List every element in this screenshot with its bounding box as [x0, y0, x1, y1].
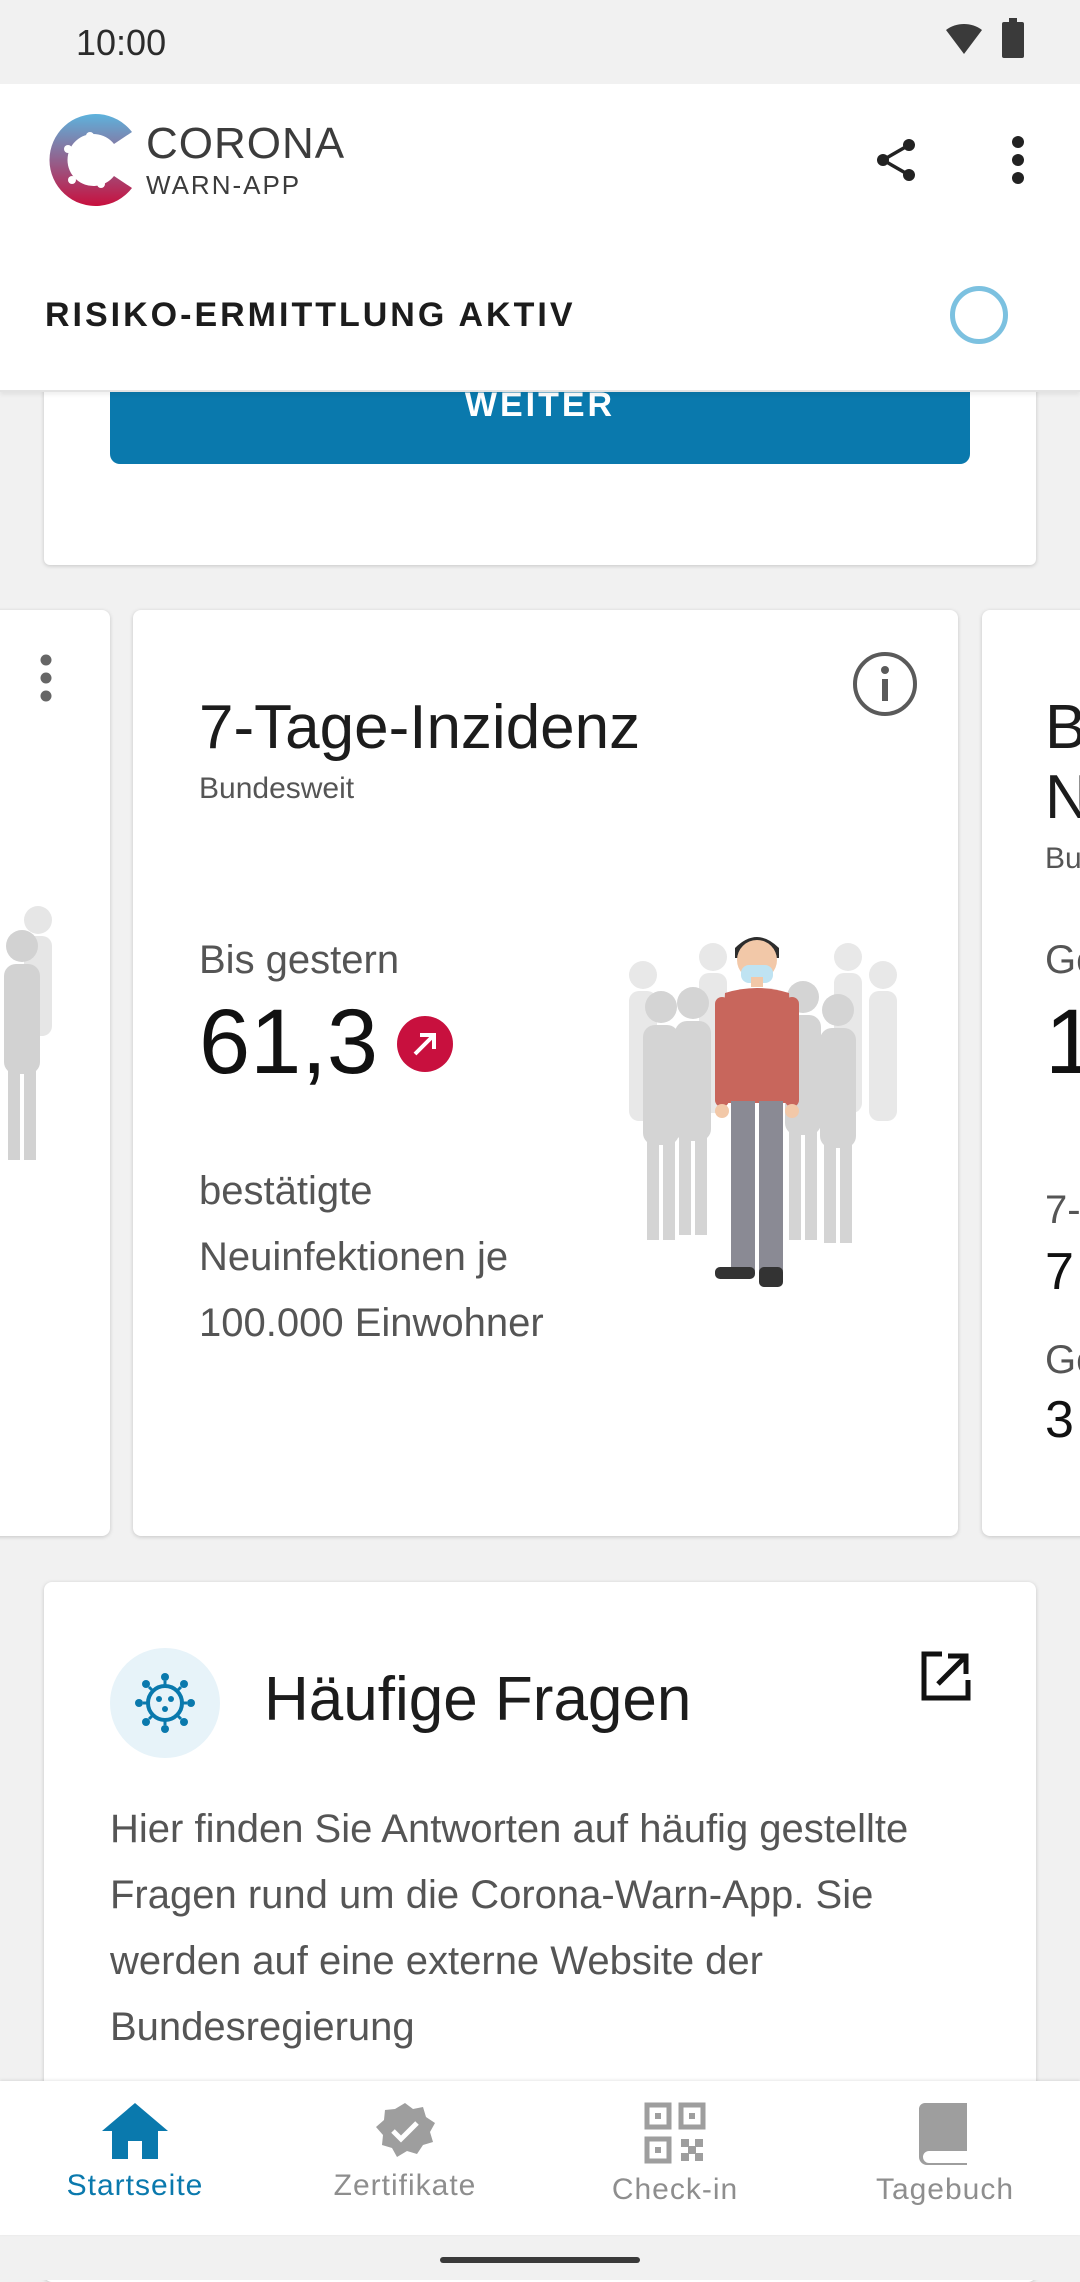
bottom-navigation: Startseite Zertifikate Check-in Tagebuch — [0, 2081, 1080, 2235]
gesture-bar — [0, 2235, 1080, 2280]
status-icons — [944, 18, 1024, 58]
incidence-card[interactable]: 7-Tage-Inzidenz Bundesweit Bis gestern 6… — [133, 610, 958, 1536]
next-card-fragment: 3 — [1045, 1391, 1074, 1449]
nav-label: Check-in — [611, 2173, 739, 2206]
card-title: 7-Tage-Inzidenz — [199, 693, 641, 762]
risk-status-label: RISIKO-ERMITTLUNG AKTIV — [45, 296, 576, 334]
next-card-fragment: 7 — [1045, 1243, 1074, 1301]
next-card-fragment: Bu — [1045, 842, 1080, 875]
info-icon[interactable] — [851, 650, 919, 718]
card-subtitle: Bundesweit — [199, 772, 355, 805]
logo-title: CORONA — [146, 119, 346, 168]
virus-icon — [110, 1648, 220, 1758]
home-gesture-handle[interactable] — [440, 2257, 640, 2263]
home-icon — [102, 2103, 168, 2159]
app-bar: CORONA WARN-APP — [0, 84, 1080, 252]
status-time: 10:00 — [76, 22, 167, 63]
next-card-fragment: 1 — [1045, 991, 1080, 1093]
crowd-illustration — [4, 906, 52, 1160]
stat-card-previous[interactable] — [0, 610, 110, 1536]
nav-item-tagebuch[interactable]: Tagebuch — [810, 2081, 1080, 2235]
more-vert-icon — [1012, 136, 1024, 184]
next-card-fragment: 7- — [1045, 1188, 1080, 1232]
faq-title: Häufige Fragen — [264, 1665, 692, 1734]
card-description: bestätigte Neuinfektionen je 100.000 Ein… — [199, 1169, 544, 1345]
external-link-icon[interactable] — [918, 1648, 974, 1704]
battery-icon — [1002, 18, 1024, 58]
nav-item-check-in[interactable]: Check-in — [540, 2081, 810, 2235]
next-card-fragment: Ge — [1045, 938, 1080, 982]
share-icon — [877, 139, 915, 181]
faq-description: Hier finden Sie Antworten auf häufig ges… — [110, 1807, 909, 2049]
wifi-icon — [946, 24, 982, 54]
logo-subtitle: WARN-APP — [146, 170, 302, 200]
corona-logo-icon — [49, 113, 133, 206]
nav-item-zertifikate[interactable]: Zertifikate — [270, 2081, 540, 2235]
value-label: Bis gestern — [199, 938, 400, 982]
stat-card-next[interactable]: B N Bu Ge 1 7- 7 Ge 3 — [982, 610, 1080, 1536]
overflow-menu-button[interactable] — [990, 128, 1046, 192]
person-with-mask-illustration — [629, 937, 897, 1287]
status-bar: 10:00 — [0, 0, 1080, 84]
diary-icon — [919, 2103, 967, 2165]
share-button[interactable] — [864, 128, 928, 192]
risk-status-row[interactable]: RISIKO-ERMITTLUNG AKTIV — [0, 252, 1080, 392]
nav-label: Tagebuch — [875, 2173, 1015, 2206]
next-card-fragment: N — [1045, 763, 1080, 832]
nav-label: Zertifikate — [333, 2169, 477, 2202]
trend-up-icon — [397, 1016, 453, 1072]
next-card-fragment: Ge — [1045, 1338, 1080, 1382]
app-logo: CORONA WARN-APP — [44, 110, 345, 210]
nav-label: Startseite — [66, 2169, 204, 2202]
next-card-fragment: B — [1045, 693, 1080, 762]
qr-code-icon — [644, 2102, 706, 2164]
risk-progress-indicator — [950, 286, 1008, 344]
incidence-value: 61,3 — [199, 991, 379, 1093]
nav-item-startseite[interactable]: Startseite — [0, 2081, 270, 2235]
certificate-icon — [376, 2103, 435, 2157]
more-vert-icon[interactable] — [40, 654, 52, 702]
